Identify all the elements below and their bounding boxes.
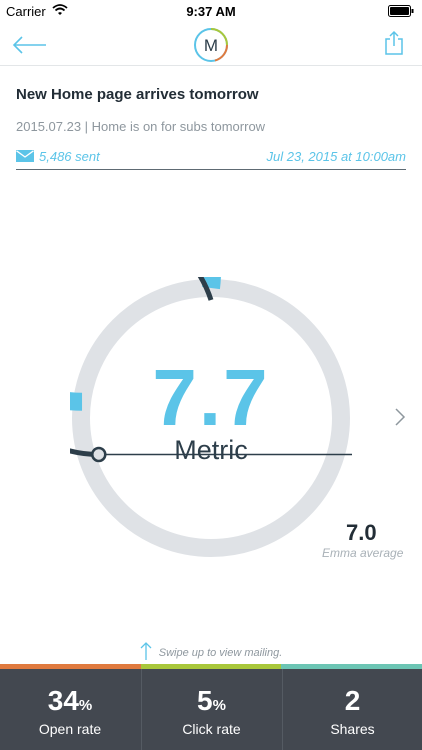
stat-label: Open rate bbox=[38, 721, 102, 737]
logo-letter: M bbox=[204, 36, 218, 55]
swipe-hint[interactable]: Swipe up to view mailing. bbox=[0, 642, 422, 660]
stats-bar: 34% Open rate 5% Click rate 2 Shares bbox=[0, 664, 422, 750]
stat-value: 34 bbox=[47, 685, 79, 716]
mailing-meta: 5,486 sent Jul 23, 2015 at 10:00am bbox=[16, 146, 406, 170]
send-date: Jul 23, 2015 at 10:00am bbox=[266, 149, 407, 164]
average-label: Emma average bbox=[322, 546, 404, 560]
envelope-icon bbox=[16, 150, 34, 162]
score-value: 7.7 bbox=[152, 353, 270, 442]
status-time: 9:37 AM bbox=[186, 4, 236, 19]
score-label: Metric bbox=[174, 435, 248, 465]
stat-unit: % bbox=[212, 697, 226, 714]
stat-click-rate[interactable]: 5% Click rate bbox=[141, 669, 281, 750]
battery-icon bbox=[388, 5, 414, 17]
mailing-subtitle: 2015.07.23 | Home is on for subs tomorro… bbox=[16, 119, 266, 134]
stat-label: Click rate bbox=[182, 721, 241, 737]
stat-shares[interactable]: 2 Shares bbox=[282, 669, 422, 750]
average-value: 7.0 bbox=[346, 520, 377, 545]
logo-icon: M bbox=[194, 28, 228, 62]
navigation-bar: M bbox=[0, 22, 422, 66]
mailing-title: New Home page arrives tomorrow bbox=[16, 86, 259, 103]
stat-unit: % bbox=[78, 697, 93, 714]
stat-label: Shares bbox=[330, 721, 375, 737]
status-bar: Carrier 9:37 AM bbox=[0, 0, 422, 22]
swipe-hint-text: Swipe up to view mailing. bbox=[158, 647, 283, 659]
share-icon[interactable] bbox=[384, 30, 404, 56]
stat-value: 2 bbox=[344, 685, 361, 716]
up-arrow-icon bbox=[140, 642, 152, 660]
back-arrow-icon[interactable] bbox=[12, 34, 48, 56]
sent-count: 5,486 sent bbox=[39, 149, 100, 164]
stat-value: 5 bbox=[197, 685, 213, 716]
chevron-right-icon[interactable] bbox=[393, 406, 407, 428]
stat-open-rate[interactable]: 34% Open rate bbox=[0, 669, 140, 750]
